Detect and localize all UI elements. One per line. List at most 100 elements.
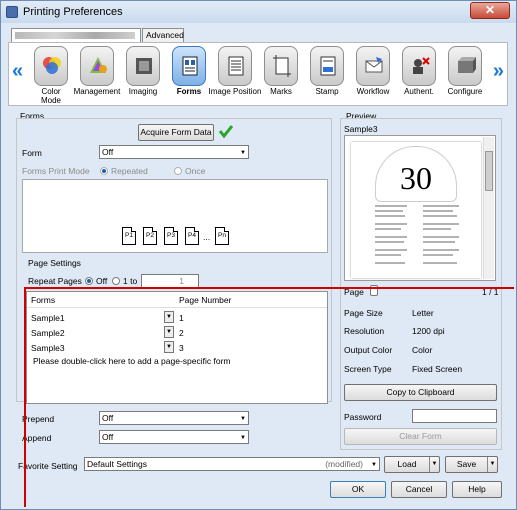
stamp-icon (320, 56, 336, 76)
row-form: Sample2 (31, 328, 65, 338)
page-box-p3: P3 (164, 227, 178, 245)
scroll-right-icon[interactable]: » (493, 60, 504, 83)
prepend-label: Prepend (22, 414, 55, 424)
preview-sample-name: Sample3 (344, 124, 378, 134)
close-button[interactable]: ✕ (470, 2, 510, 19)
blurred-tab-name (15, 32, 135, 40)
clear-form-button[interactable]: Clear Form (344, 428, 497, 445)
preview-sheet: 30 (351, 142, 481, 278)
table-row[interactable]: Sample2 ▼ 2 (27, 325, 327, 340)
cancel-button[interactable]: Cancel (391, 481, 447, 498)
image-position-icon (228, 56, 244, 76)
repeat-1to-radio[interactable]: 1 to (112, 276, 137, 286)
load-label: Load (397, 459, 417, 469)
scroll-left-icon[interactable]: « (12, 60, 23, 83)
icon-color-mode[interactable]: Color Mode (29, 46, 73, 105)
radio-indicator (112, 277, 120, 285)
configure-icon (458, 57, 476, 73)
table-row[interactable]: Sample1 ▼ 1 (27, 310, 327, 325)
row-form: Sample1 (31, 313, 65, 323)
workflow-icon (365, 57, 383, 73)
favorite-setting-label: Favorite Setting (18, 461, 78, 471)
append-label: Append (22, 433, 52, 443)
repeat-pages-label: Repeat Pages (28, 276, 82, 286)
info-key: Screen Type (344, 364, 392, 374)
repeated-label: Repeated (111, 166, 148, 176)
page-ellipsis: ... (203, 232, 211, 242)
row-page: 3 (179, 343, 184, 353)
info-value: Color (412, 345, 433, 355)
page-forms-table: Forms Page Number Sample1 ▼ 1 Sample2 ▼ … (26, 291, 328, 404)
repeat-pages-spinner[interactable]: 1 (141, 274, 199, 288)
authent-icon (413, 57, 430, 74)
once-label: Once (185, 166, 206, 176)
modified-tag: (modified) (325, 459, 363, 469)
info-value: Fixed Screen (412, 364, 463, 374)
page-box-p2: P2 (143, 227, 157, 245)
one-to-label: 1 to (123, 276, 138, 286)
imaging-icon (136, 58, 152, 74)
favorite-setting-select[interactable]: Default Settings (modified) (84, 457, 380, 471)
table-row[interactable]: Sample3 ▼ 3 (27, 340, 327, 355)
col-page-number-header: Page Number (179, 295, 232, 305)
col-forms-header: Forms (31, 295, 56, 305)
page-box-p1: P1 (122, 227, 136, 245)
load-button[interactable]: Load ▼ (384, 456, 440, 473)
save-button[interactable]: Save ▼ (445, 456, 498, 473)
tab-advanced[interactable]: Advanced (142, 28, 184, 42)
once-radio[interactable]: Once (174, 166, 205, 176)
info-key: Resolution (344, 326, 385, 336)
off-label: Off (96, 276, 108, 286)
scroll-thumb[interactable] (485, 151, 493, 191)
annotation-line-vertical (24, 287, 26, 507)
row-form: Sample3 (31, 343, 65, 353)
icon-configure[interactable]: Configure (443, 46, 487, 96)
title-bar: Printing Preferences ✕ (1, 1, 516, 23)
page-box-pn: Pn (215, 227, 229, 245)
info-value: 1200 dpi (412, 326, 445, 336)
help-button[interactable]: Help (452, 481, 502, 498)
color-mode-icon (43, 57, 61, 74)
prepend-select[interactable]: Off (99, 411, 249, 425)
chevron-down-icon[interactable]: ▼ (164, 311, 174, 323)
password-input[interactable] (412, 409, 497, 423)
forms-print-mode-label: Forms Print Mode (22, 166, 90, 176)
page-box-p4: P4 (185, 227, 199, 245)
password-label: Password (344, 412, 382, 422)
radio-indicator (100, 167, 108, 175)
repeated-radio[interactable]: Repeated (100, 166, 148, 176)
tab-driver[interactable]: PS (11, 28, 141, 50)
chevron-down-icon[interactable]: ▼ (164, 326, 174, 338)
icon-label: Configure (447, 87, 483, 96)
save-label: Save (456, 459, 477, 469)
repeat-off-radio[interactable]: Off (85, 276, 107, 286)
copy-to-clipboard-button[interactable]: Copy to Clipboard (344, 384, 497, 401)
preview-image: 30 (344, 135, 496, 281)
preview-big-number: 30 (400, 160, 432, 196)
radio-indicator (85, 277, 93, 285)
add-form-hint[interactable]: Please double-click here to add a page-s… (33, 356, 231, 366)
page-settings-title: Page Settings (28, 258, 81, 268)
chevron-down-icon[interactable]: ▼ (429, 457, 439, 472)
info-key: Output Color (344, 345, 393, 355)
preview-scrollbar[interactable] (483, 137, 494, 279)
feature-icon-bar: « » Color Mode Management Imaging Forms I… (8, 42, 508, 106)
ok-button[interactable]: OK (330, 481, 386, 498)
management-icon (90, 57, 107, 73)
info-value: Letter (412, 308, 434, 318)
append-select[interactable]: Off (99, 430, 249, 444)
favorite-value: Default Settings (87, 459, 148, 469)
form-label: Form (22, 148, 42, 158)
form-select[interactable]: Off (99, 145, 249, 159)
chevron-down-icon[interactable]: ▼ (487, 457, 497, 472)
acquire-form-data-button[interactable]: Acquire Form Data (138, 124, 214, 141)
printer-app-icon (6, 6, 18, 18)
marks-icon (273, 55, 291, 77)
window-title: Printing Preferences (23, 6, 123, 18)
row-page: 1 (179, 313, 184, 323)
chevron-down-icon[interactable]: ▼ (164, 341, 174, 353)
radio-indicator (174, 167, 182, 175)
preview-text-lines (375, 205, 459, 264)
forms-icon (182, 56, 198, 76)
row-page: 2 (179, 328, 184, 338)
